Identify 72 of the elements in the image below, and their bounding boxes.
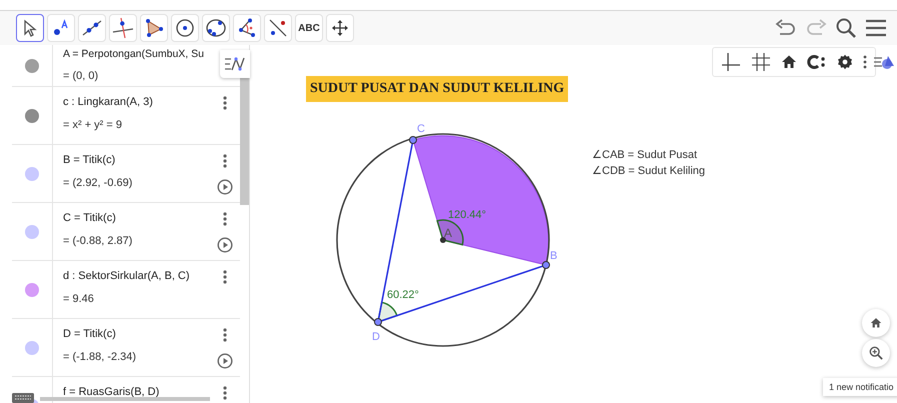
point[interactable]	[409, 136, 417, 144]
circle-through-points-icon	[205, 18, 227, 38]
undo-icon[interactable]	[775, 19, 797, 37]
value-text: = x² + y² = 9	[63, 119, 123, 131]
horizontal-scrollbar[interactable]	[40, 397, 210, 401]
visibility-marble[interactable]	[25, 108, 39, 122]
visibility-marble[interactable]	[25, 58, 39, 72]
more-options-icon[interactable]	[223, 386, 227, 400]
value-text: = 9.46	[63, 293, 95, 305]
value-text: = (2.92, -0.69)	[63, 177, 134, 189]
point-label: B	[550, 250, 558, 262]
more-options-icon[interactable]	[223, 96, 227, 110]
definition-text: D = Titik(c)	[63, 328, 117, 340]
play-icon[interactable]	[217, 237, 233, 253]
definition-text: A = Perpotongan(SumbuX, Su	[63, 48, 205, 60]
definition-text: f = RuasGaris(B, D)	[63, 386, 160, 398]
legend-text: ∠CAB = Sudut Pusat	[592, 148, 698, 161]
grid-icon[interactable]	[751, 52, 771, 72]
move-arrows-icon	[331, 19, 349, 37]
home-icon[interactable]	[781, 54, 797, 70]
point[interactable]	[542, 261, 550, 269]
construction-title: SUDUT PUSAT DAN SUDUT KELILING	[306, 76, 568, 102]
definition-text: B = Titik(c)	[63, 154, 116, 166]
legend-text: ∠CDB = Sudut Keliling	[592, 164, 706, 177]
algebra-row[interactable]: B = Titik(c) = (2.92, -0.69)	[12, 145, 240, 203]
more-options-icon[interactable]	[223, 270, 227, 284]
point-label: C	[417, 123, 425, 135]
algebra-row[interactable]: C = Titik(c) = (-0.88, 2.87)	[12, 203, 240, 261]
more-options-icon[interactable]	[223, 212, 227, 226]
central-angle-arc	[436, 219, 464, 246]
menu-icon[interactable]	[865, 18, 887, 38]
home-icon	[870, 317, 882, 329]
zoom-in-icon	[869, 346, 883, 360]
point-label: D	[372, 331, 380, 343]
point-capture-icon[interactable]	[807, 54, 827, 70]
perpendicular-lines-icon	[112, 17, 134, 39]
algebra-row[interactable]: D = Titik(c) = (-1.88, -2.34)	[12, 319, 240, 377]
play-icon[interactable]	[217, 179, 233, 195]
home-button[interactable]	[862, 309, 890, 337]
definition-text: d : SektorSirkular(A, B, C)	[63, 270, 191, 282]
triangle-icon	[144, 18, 164, 38]
definition-text: C = Titik(c)	[63, 212, 117, 224]
notification-toast[interactable]: 1 new notificatio	[823, 378, 897, 396]
play-icon[interactable]	[217, 353, 233, 369]
more-options-icon[interactable]	[223, 328, 227, 342]
point[interactable]	[374, 318, 382, 326]
search-icon[interactable]	[835, 17, 857, 39]
keyboard-icon[interactable]	[12, 393, 34, 403]
center-point[interactable]	[440, 237, 446, 243]
definition-text: c : Lingkaran(A, 3)	[63, 96, 154, 108]
angle-label: 60.22°	[387, 289, 419, 301]
cursor-icon	[22, 19, 38, 37]
algebra-graph-icon	[224, 56, 246, 72]
angle-icon	[237, 18, 257, 38]
settings-icon[interactable]	[837, 54, 853, 70]
algebra-toggle-button[interactable]	[220, 50, 250, 78]
tool-button[interactable]	[16, 14, 44, 42]
reflect-icon	[268, 18, 288, 38]
tool-button[interactable]: ABC	[295, 14, 323, 42]
point-label: A	[444, 226, 452, 240]
zoom-button[interactable]	[862, 339, 890, 367]
value-text: = (-1.88, -2.34)	[63, 351, 138, 363]
value-text: = (-0.88, 2.87)	[63, 235, 134, 247]
scrollbar-thumb[interactable]	[240, 75, 249, 205]
more-options-icon[interactable]	[863, 55, 867, 69]
line-icon	[81, 18, 103, 38]
angle-label: 120.44°	[448, 209, 486, 221]
value-text: = (0, 0)	[63, 70, 100, 82]
graphics-menu-icon[interactable]	[873, 54, 895, 70]
circle-icon	[175, 18, 195, 38]
more-options-icon[interactable]	[223, 154, 227, 168]
axes-icon[interactable]	[721, 52, 741, 72]
